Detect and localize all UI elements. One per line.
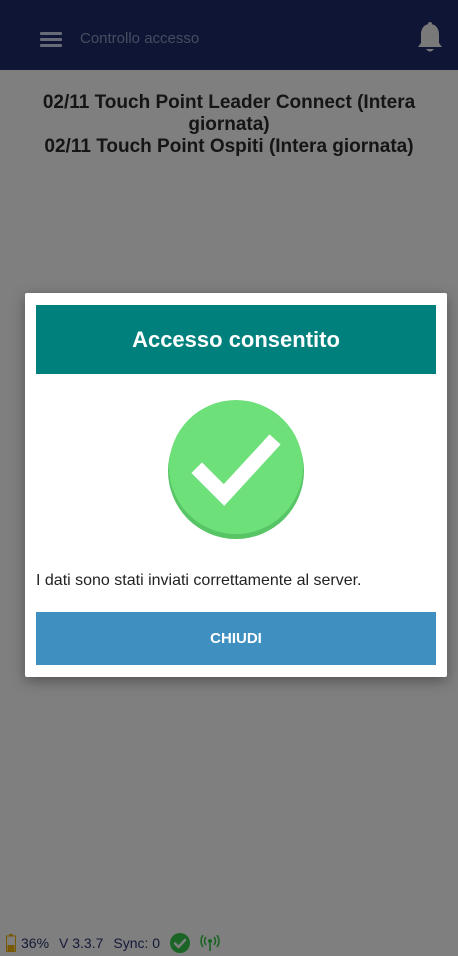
close-button[interactable]: CHIUDI xyxy=(36,612,436,665)
checkmark-icon xyxy=(168,400,304,539)
dialog-message: I dati sono stati inviati correttamente … xyxy=(36,572,362,589)
access-dialog: Accesso consentito I dati sono stati inv… xyxy=(25,293,447,677)
app-screen: Controllo accesso 02/11 Touch Point Lead… xyxy=(0,0,458,956)
dialog-title: Accesso consentito xyxy=(36,305,436,374)
